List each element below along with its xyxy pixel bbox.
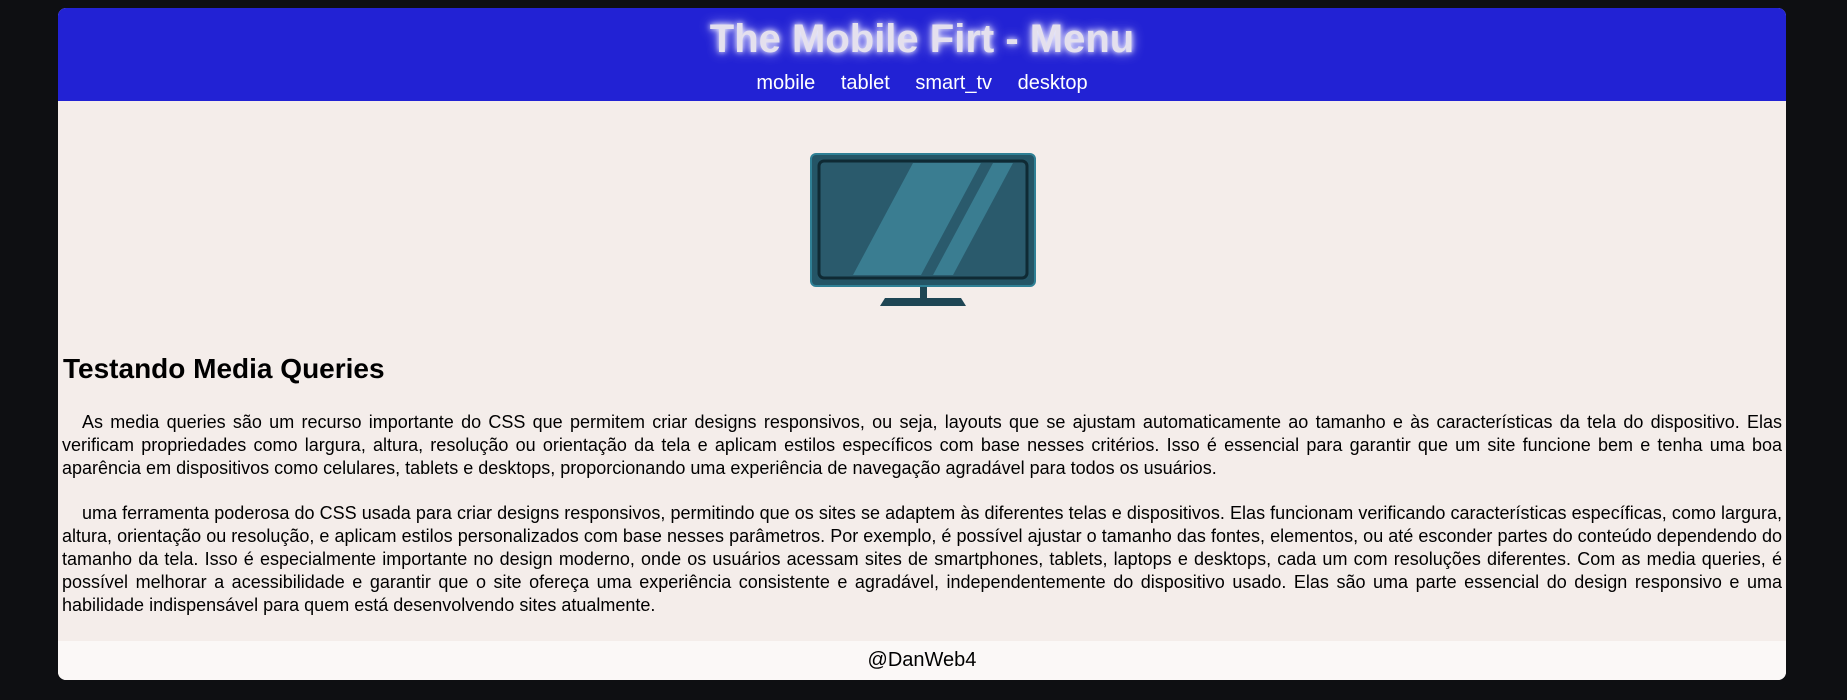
tv-stand <box>880 298 966 306</box>
site-footer: @DanWeb4 <box>58 641 1786 680</box>
main-nav: mobile tablet smart_tv desktop <box>58 70 1786 96</box>
tv-neck <box>920 287 927 298</box>
main-content: Testando Media Queries As media queries … <box>58 101 1786 641</box>
nav-link-mobile[interactable]: mobile <box>756 72 815 94</box>
site-title: The Mobile Firt - Menu <box>709 17 1135 61</box>
details-paragraph: uma ferramenta poderosa do CSS usada par… <box>62 503 1782 615</box>
nav-link-desktop[interactable]: desktop <box>1018 72 1088 94</box>
page-container: The Mobile Firt - Menu mobile tablet sma… <box>58 8 1786 680</box>
nav-link-tablet[interactable]: tablet <box>841 72 890 94</box>
site-header: The Mobile Firt - Menu mobile tablet sma… <box>58 8 1786 101</box>
section-heading: Testando Media Queries <box>63 353 385 384</box>
nav-link-smart-tv[interactable]: smart_tv <box>915 72 992 94</box>
footer-credit: @DanWeb4 <box>867 649 977 671</box>
intro-paragraph: As media queries são um recurso importan… <box>62 412 1782 478</box>
tv-icon <box>810 153 1036 306</box>
